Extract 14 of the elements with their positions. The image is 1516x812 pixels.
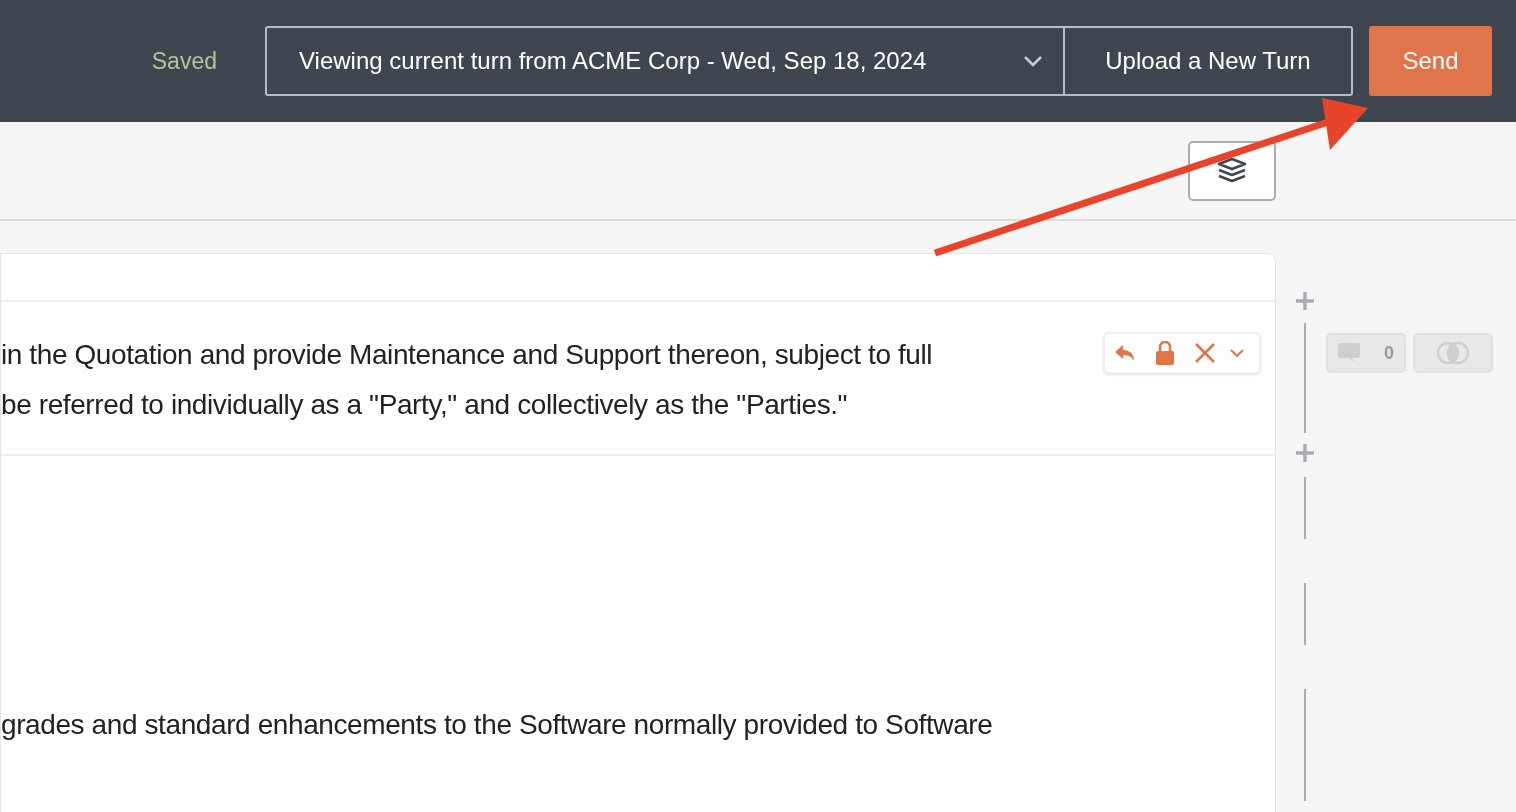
turn-dropdown[interactable]: Viewing current turn from ACME Corp - Wed, Sep 18, 2024 xyxy=(267,28,1065,94)
layers-icon xyxy=(1216,157,1248,185)
paragraph-line: be referred to individually as a "Party," and collectively as the "Parties." xyxy=(1,388,848,422)
comment-count: 0 xyxy=(1384,341,1394,365)
overlap-circles-icon xyxy=(1436,341,1470,365)
save-status: Saved xyxy=(151,46,217,76)
paragraph-line: in the Quotation and provide Maintenance and Support thereon, subject to full xyxy=(1,338,933,372)
add-icon[interactable] xyxy=(1295,291,1315,311)
turn-select-value: Viewing current turn from ACME Corp - Wed, Sep 18, 2024 xyxy=(299,46,928,76)
upload-turn-button[interactable]: Upload a New Turn xyxy=(1065,28,1351,94)
add-icon[interactable] xyxy=(1295,443,1315,463)
paragraph-line: grades and standard enhancements to the Software normally provided to Software xyxy=(1,708,993,742)
chevron-down-icon xyxy=(1023,55,1043,67)
comment-icon xyxy=(1338,343,1360,363)
